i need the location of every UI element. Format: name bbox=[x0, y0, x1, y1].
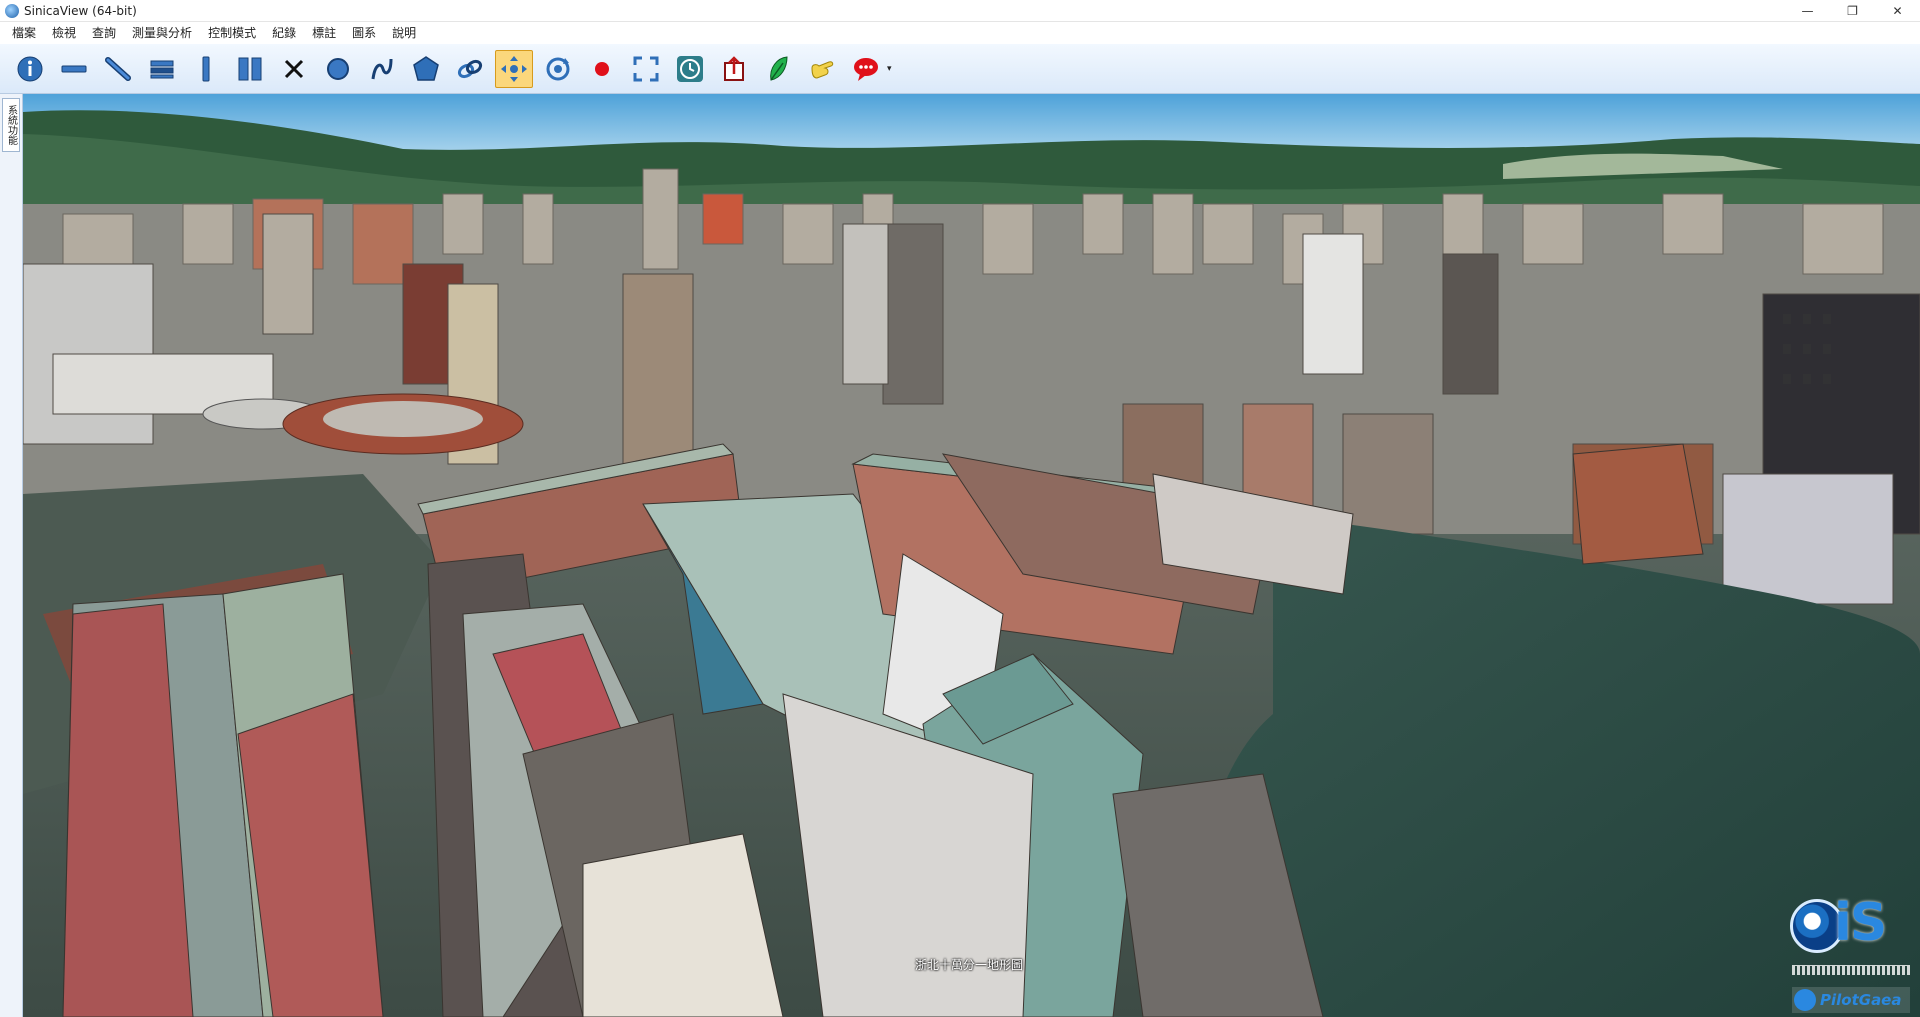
clear-button[interactable] bbox=[275, 50, 313, 88]
map-viewport[interactable]: 浙北十萬分一地形圖 iS PilotGaea bbox=[23, 94, 1920, 1017]
columns-button[interactable] bbox=[231, 50, 269, 88]
toolbar-overflow-chevron-icon[interactable]: ▾ bbox=[887, 64, 897, 74]
gis-logo-mark: iS bbox=[1834, 893, 1887, 953]
measure-line-button[interactable] bbox=[99, 50, 137, 88]
close-button[interactable]: ✕ bbox=[1875, 0, 1920, 22]
measure-vertical-button[interactable] bbox=[187, 50, 225, 88]
curve-icon bbox=[371, 58, 393, 79]
diagonal-line-icon bbox=[105, 56, 131, 81]
columns-icon bbox=[238, 57, 262, 80]
measure-horizontal-button[interactable] bbox=[55, 50, 93, 88]
side-panel-tab[interactable]: 系統功能 bbox=[2, 98, 20, 152]
info-icon bbox=[17, 56, 43, 81]
title-bar: SinicaView (64-bit) — ❐ ✕ bbox=[0, 0, 1920, 22]
record-button[interactable] bbox=[583, 50, 621, 88]
close-icon bbox=[284, 59, 304, 78]
app-icon bbox=[5, 3, 19, 18]
menu-annotation[interactable]: 標註 bbox=[304, 22, 344, 44]
minimize-button[interactable]: — bbox=[1785, 0, 1830, 22]
circle-button[interactable] bbox=[319, 50, 357, 88]
info-button[interactable] bbox=[11, 50, 49, 88]
hand-button[interactable] bbox=[803, 50, 841, 88]
export-icon bbox=[724, 55, 744, 81]
link-button[interactable] bbox=[451, 50, 489, 88]
toolbar: ▾ bbox=[0, 44, 1920, 94]
pilotgaea-text: PilotGaea bbox=[1820, 991, 1902, 1009]
logo-subtitle-line bbox=[1792, 965, 1910, 975]
record-icon bbox=[595, 61, 609, 76]
history-button[interactable] bbox=[671, 50, 709, 88]
window-title: SinicaView (64-bit) bbox=[24, 3, 137, 18]
menu-file[interactable]: 檔案 bbox=[4, 22, 44, 44]
window-controls: — ❐ ✕ bbox=[1785, 0, 1920, 22]
gis-logo: iS PilotGaea bbox=[1788, 891, 1910, 1017]
fullscreen-button[interactable] bbox=[627, 50, 665, 88]
rotate-button[interactable] bbox=[539, 50, 577, 88]
curve-button[interactable] bbox=[363, 50, 401, 88]
map-layer-caption: 浙北十萬分一地形圖 bbox=[915, 958, 1024, 972]
export-button[interactable] bbox=[715, 50, 753, 88]
vertical-line-icon bbox=[202, 56, 210, 81]
comment-button[interactable] bbox=[847, 50, 885, 88]
menu-record[interactable]: 紀錄 bbox=[264, 22, 304, 44]
menu-view[interactable]: 檢視 bbox=[44, 22, 84, 44]
menu-help[interactable]: 說明 bbox=[384, 22, 424, 44]
menu-query[interactable]: 查詢 bbox=[84, 22, 124, 44]
circle-icon bbox=[327, 57, 349, 80]
fullscreen-icon bbox=[633, 56, 659, 81]
polygon-button[interactable] bbox=[407, 50, 445, 88]
clock-icon bbox=[677, 55, 703, 82]
link-icon bbox=[457, 59, 483, 78]
stack-icon bbox=[150, 60, 174, 78]
side-panel: 系統功能 bbox=[0, 94, 23, 1017]
move-icon bbox=[501, 55, 527, 82]
pilotgaea-icon bbox=[1794, 989, 1816, 1011]
profile-button[interactable] bbox=[143, 50, 181, 88]
pan-button[interactable] bbox=[495, 49, 533, 88]
feather-button[interactable] bbox=[759, 50, 797, 88]
polygon-icon bbox=[413, 55, 439, 81]
menu-measure[interactable]: 測量與分析 bbox=[124, 22, 200, 44]
restore-button[interactable]: ❐ bbox=[1830, 0, 1875, 22]
pilotgaea-logo: PilotGaea bbox=[1792, 987, 1910, 1013]
feather-icon bbox=[770, 55, 788, 81]
menu-control-mode[interactable]: 控制模式 bbox=[200, 22, 264, 44]
hand-icon bbox=[811, 60, 834, 79]
rotate-icon bbox=[546, 57, 570, 80]
speech-bubble-icon bbox=[854, 57, 878, 81]
horizontal-line-icon bbox=[61, 65, 87, 72]
menu-layers[interactable]: 圖系 bbox=[344, 22, 384, 44]
menu-bar: 檔案 檢視 查詢 測量與分析 控制模式 紀錄 標註 圖系 說明 bbox=[0, 22, 1920, 44]
city-scene-image bbox=[23, 94, 1920, 1017]
